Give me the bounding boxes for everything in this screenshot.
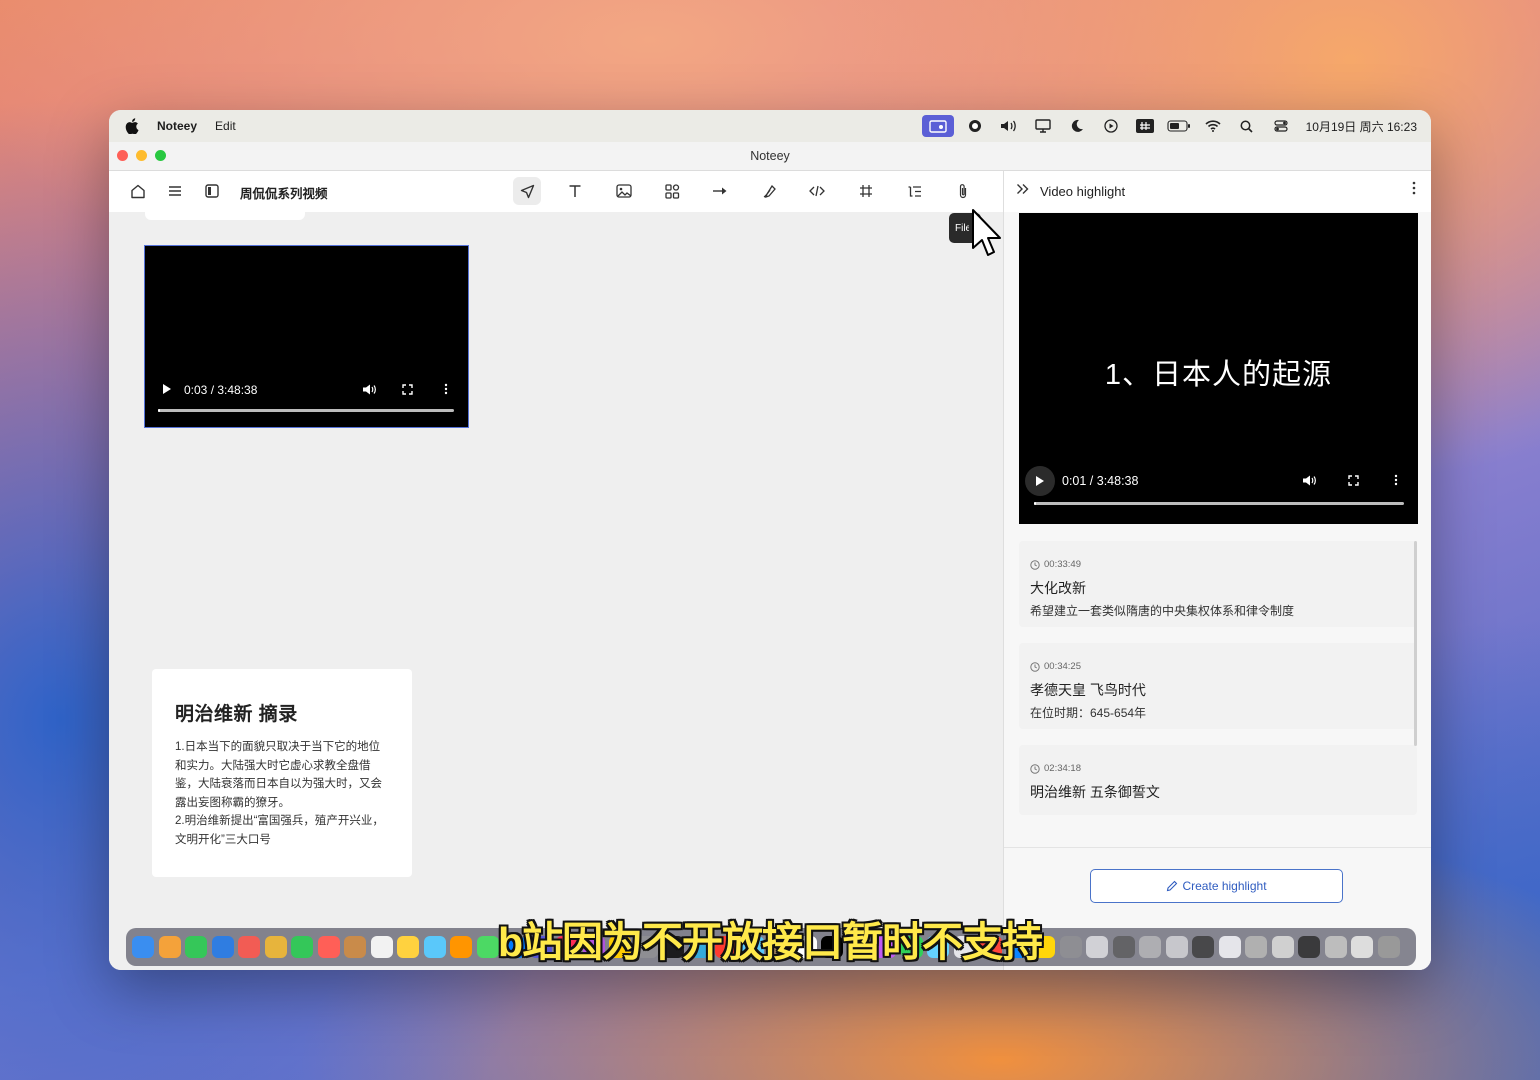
record-icon[interactable]	[958, 110, 992, 142]
document-title[interactable]: 周侃侃系列视频	[240, 183, 328, 202]
partial-card[interactable]	[145, 212, 305, 220]
video-progress-fill	[158, 409, 160, 412]
apple-icon[interactable]	[125, 118, 141, 135]
video-time: 0:03 / 3:48:38	[184, 383, 258, 397]
highlight-desc: 希望建立一套类似隋唐的中央集权体系和律令制度	[1030, 604, 1295, 618]
zoom-window-button[interactable]	[155, 150, 166, 161]
close-window-button[interactable]	[117, 150, 128, 161]
video-player-large[interactable]: 1、日本人的起源 0:01 / 3:48:38	[1019, 213, 1418, 524]
control-center-icon[interactable]	[1264, 110, 1298, 142]
create-highlight-label: Create highlight	[1182, 879, 1267, 893]
highlight-timestamp[interactable]: 00:33:49	[1030, 559, 1407, 570]
canvas-area: 周侃侃系列视频 0:03 / 3:48:38 明治维新 摘录 1.日本当下的面貌…	[109, 171, 1003, 970]
highlight-time: 00:33:49	[1044, 559, 1081, 570]
highlight-list: 00:33:49 大化改新 希望建立一套类似隋唐的中央集权体系和律令制度 00:…	[1019, 541, 1417, 831]
mouse-cursor-icon	[972, 209, 1001, 256]
text-tool-icon[interactable]	[561, 177, 589, 205]
video-progress-bar[interactable]	[1034, 502, 1404, 505]
arrow-tool-icon[interactable]	[706, 177, 734, 205]
volume-icon[interactable]	[992, 110, 1026, 142]
screen-share-icon[interactable]	[921, 115, 954, 137]
highlight-title: 孝德天皇 飞鸟时代	[1030, 682, 1146, 698]
toolbar: 周侃侃系列视频	[109, 171, 1003, 212]
home-icon[interactable]	[124, 177, 152, 205]
play-icon[interactable]	[162, 383, 172, 395]
panel-title: Video highlight	[1040, 184, 1126, 199]
video-highlight-panel: Video highlight 1、日本人的起源 0:01 / 3:48:38	[1003, 171, 1431, 970]
shapes-tool-icon[interactable]	[658, 177, 686, 205]
clock-icon	[1030, 763, 1040, 774]
clock-icon	[1030, 661, 1040, 672]
clock-icon	[1030, 559, 1040, 570]
menu-bar: Noteey Edit 10月19日 周六 16:23	[109, 110, 1431, 142]
display-icon[interactable]	[1026, 110, 1060, 142]
edit-menu[interactable]: Edit	[215, 119, 236, 133]
video-subtitle: b站因为不开放接口暂时不支持	[497, 919, 1043, 965]
fullscreen-icon[interactable]	[402, 384, 413, 395]
clock[interactable]: 10月19日 周六 16:23	[1306, 118, 1417, 135]
volume-icon[interactable]	[1302, 474, 1317, 487]
highlight-scrollbar[interactable]	[1414, 541, 1417, 746]
moon-icon[interactable]	[1060, 110, 1094, 142]
video-time: 0:01 / 3:48:38	[1062, 474, 1139, 488]
video-frame-caption: 1、日本人的起源	[1104, 359, 1333, 391]
tooltip-text: File	[955, 222, 969, 234]
volume-icon[interactable]	[362, 383, 377, 396]
select-tool-icon[interactable]	[513, 177, 541, 205]
highlight-item[interactable]: 00:33:49 大化改新 希望建立一套类似隋唐的中央集权体系和律令制度	[1019, 541, 1417, 627]
create-highlight-button[interactable]: Create highlight	[1090, 869, 1343, 903]
battery-icon[interactable]	[1162, 110, 1196, 142]
play-button[interactable]	[1025, 466, 1055, 496]
wifi-icon[interactable]	[1196, 110, 1230, 142]
list-tool-icon[interactable]	[900, 177, 928, 205]
collapse-panel-icon[interactable]	[1016, 182, 1029, 198]
highlight-timestamp[interactable]: 00:34:25	[1030, 661, 1407, 672]
frame-tool-icon[interactable]	[852, 177, 880, 205]
image-tool-icon[interactable]	[610, 177, 638, 205]
video-progress-fill	[1034, 502, 1036, 505]
highlight-item[interactable]: 02:34:18 明治维新 五条御誓文	[1019, 745, 1417, 815]
status-area: 10月19日 周六 16:23	[921, 110, 1417, 142]
highlight-time: 02:34:18	[1044, 763, 1081, 774]
window-title: Noteey	[750, 149, 790, 163]
minimize-window-button[interactable]	[136, 150, 147, 161]
search-icon[interactable]	[1230, 110, 1264, 142]
note-title: 明治维新 摘录	[175, 704, 298, 725]
app-menu[interactable]: Noteey	[157, 119, 197, 133]
sidebar-toggle-icon[interactable]	[198, 177, 226, 205]
more-options-icon[interactable]	[1412, 181, 1416, 200]
highlight-timestamp[interactable]: 02:34:18	[1030, 763, 1407, 774]
highlight-title: 大化改新	[1030, 580, 1086, 596]
highlight-desc: 在位时期：645-654年	[1030, 706, 1147, 720]
traffic-lights	[117, 150, 166, 161]
input-method-icon[interactable]	[1128, 110, 1162, 142]
note-card[interactable]: 明治维新 摘录 1.日本当下的面貌只取决于当下它的地位和实力。大陆强大时它虚心求…	[152, 669, 412, 877]
highlight-time: 00:34:25	[1044, 661, 1081, 672]
noteey-window: Noteey Edit 10月19日 周六 16:23 Noteey 周侃侃系列…	[109, 110, 1431, 970]
play-icon[interactable]	[1025, 466, 1055, 496]
menu-icon[interactable]	[161, 177, 189, 205]
highlight-item[interactable]: 00:34:25 孝德天皇 飞鸟时代 在位时期：645-654年	[1019, 643, 1417, 729]
pencil-icon	[1167, 880, 1178, 892]
highlight-title: 明治维新 五条御誓文	[1030, 784, 1160, 800]
pen-tool-icon[interactable]	[755, 177, 783, 205]
more-options-icon[interactable]	[444, 383, 448, 395]
fullscreen-icon[interactable]	[1348, 475, 1359, 486]
file-tool-icon[interactable]	[949, 177, 977, 205]
video-player-small[interactable]: 0:03 / 3:48:38	[144, 245, 469, 428]
embed-tool-icon[interactable]	[803, 177, 831, 205]
play-circle-icon[interactable]	[1094, 110, 1128, 142]
title-bar: Noteey	[109, 142, 1431, 171]
video-progress-bar[interactable]	[158, 409, 454, 412]
panel-header: Video highlight	[1004, 171, 1431, 212]
note-body: 1.日本当下的面貌只取决于当下它的地位和实力。大陆强大时它虚心求教全盘借鉴，大陆…	[175, 741, 384, 846]
more-options-icon[interactable]	[1394, 474, 1398, 486]
